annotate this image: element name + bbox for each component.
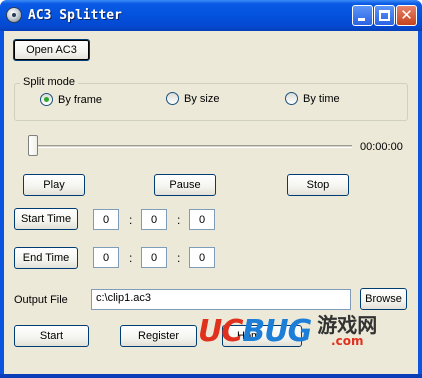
time-display: 00:00:00 — [360, 141, 403, 153]
start-minute-field[interactable]: 0 — [141, 209, 167, 230]
output-file-input[interactable]: c:\clip1.ac3 — [91, 289, 351, 310]
output-file-label: Output File — [14, 294, 68, 306]
seek-track[interactable] — [28, 145, 352, 148]
watermark-part1: UC — [198, 313, 243, 349]
radio-label: By frame — [58, 93, 103, 106]
close-icon: ✕ — [400, 6, 413, 24]
time-separator: : — [129, 213, 133, 227]
radio-label: By size — [184, 92, 220, 105]
window-title: AC3 Splitter — [28, 8, 122, 23]
minimize-button[interactable] — [352, 5, 373, 26]
radio-indicator[interactable] — [285, 92, 298, 105]
split-mode-label: Split mode — [20, 76, 78, 88]
stop-button[interactable]: Stop — [287, 174, 349, 196]
radio-by-size[interactable]: By size — [166, 92, 219, 105]
watermark-cn-bottom: .com — [331, 334, 364, 348]
radio-by-frame[interactable]: By frame — [40, 93, 102, 106]
disc-icon[interactable] — [6, 7, 22, 23]
app-window: AC3 Splitter ✕ Open AC3 Split mode By fr… — [0, 0, 422, 378]
register-button[interactable]: Register — [120, 325, 197, 347]
radio-indicator[interactable] — [40, 93, 53, 106]
maximize-icon — [379, 10, 390, 21]
time-separator: : — [129, 251, 133, 265]
title-bar[interactable]: AC3 Splitter ✕ — [0, 0, 422, 31]
watermark-logo: UCBUG 游戏网 .com — [198, 308, 418, 354]
browse-button[interactable]: Browse — [360, 288, 407, 310]
radio-label: By time — [303, 92, 340, 105]
start-button[interactable]: Start — [14, 325, 89, 347]
minimize-icon — [358, 18, 365, 21]
radio-indicator[interactable] — [166, 92, 179, 105]
pause-button[interactable]: Pause — [154, 174, 216, 196]
watermark-wordmark: UCBUG — [198, 313, 312, 349]
watermark-cn-top: 游戏网 — [317, 313, 378, 337]
watermark-part2: BUG — [242, 313, 312, 349]
window-bottom-border — [0, 374, 422, 378]
time-separator: : — [177, 213, 181, 227]
start-time-button[interactable]: Start Time — [14, 208, 78, 230]
end-hour-field[interactable]: 0 — [93, 247, 119, 268]
radio-by-time[interactable]: By time — [285, 92, 340, 105]
start-hour-field[interactable]: 0 — [93, 209, 119, 230]
watermark-cn: 游戏网 .com — [317, 315, 377, 347]
end-minute-field[interactable]: 0 — [141, 247, 167, 268]
open-ac3-button[interactable]: Open AC3 — [13, 39, 90, 61]
close-button[interactable]: ✕ — [396, 5, 417, 26]
play-button[interactable]: Play — [23, 174, 85, 196]
maximize-button[interactable] — [374, 5, 395, 26]
seek-slider-thumb[interactable] — [28, 135, 38, 156]
end-second-field[interactable]: 0 — [189, 247, 215, 268]
start-second-field[interactable]: 0 — [189, 209, 215, 230]
end-time-button[interactable]: End Time — [14, 247, 78, 269]
time-separator: : — [177, 251, 181, 265]
